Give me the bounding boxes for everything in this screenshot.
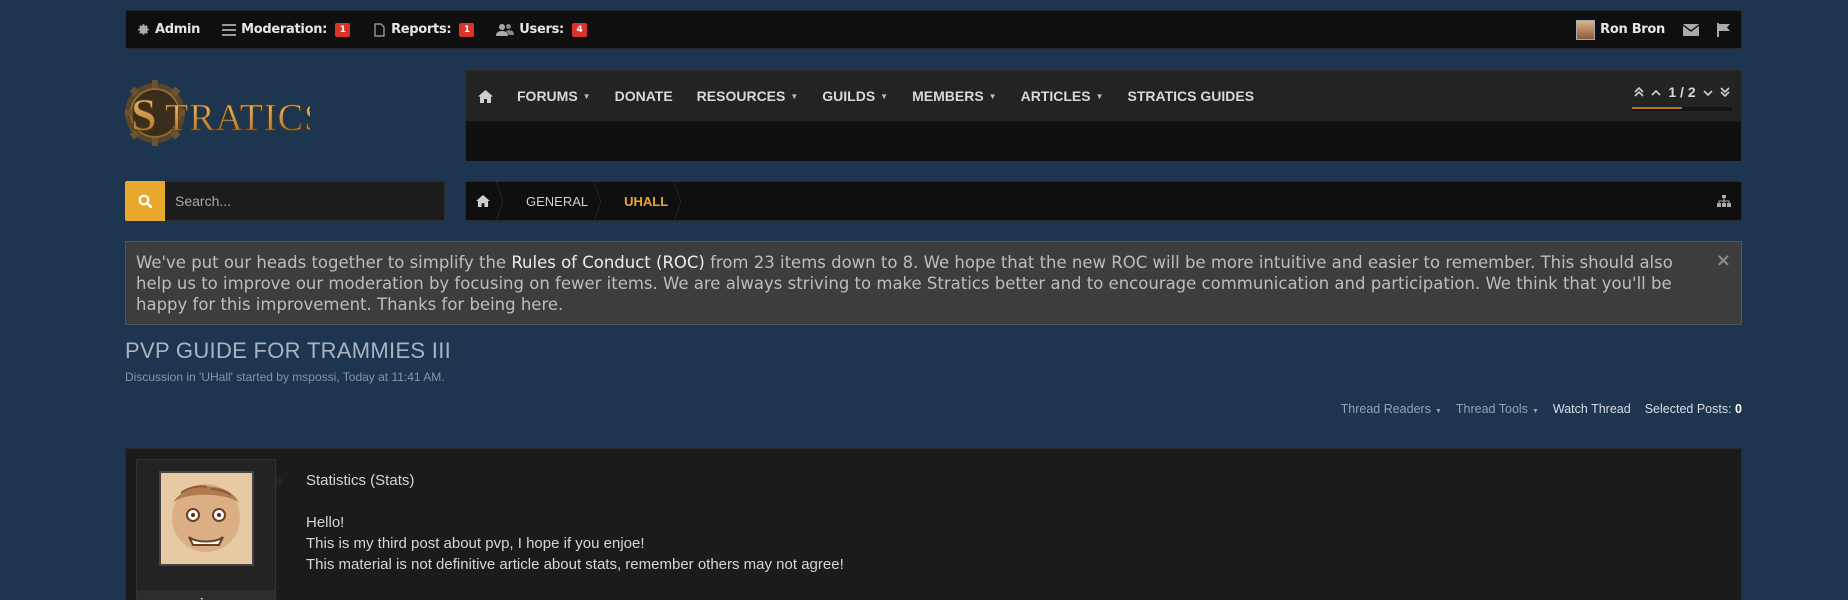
flag-icon[interactable] bbox=[1717, 22, 1731, 37]
nav-tab-label: STRATICS GUIDES bbox=[1127, 88, 1255, 104]
post-heading: Statistics (Stats) bbox=[306, 472, 415, 489]
account-area: Ron Bron bbox=[1576, 19, 1731, 40]
page-jumper: 1 / 2 bbox=[1632, 84, 1732, 111]
chevron-down-icon: ▼ bbox=[988, 91, 997, 101]
selected-posts[interactable]: Selected Posts: 0 bbox=[1645, 402, 1742, 416]
moderation-label: Moderation: bbox=[241, 22, 328, 37]
nav-tab-label: GUILDS bbox=[822, 88, 876, 104]
nav-tab-donate[interactable]: DONATE bbox=[615, 88, 673, 104]
post-line: This is my third post about pvp, I hope … bbox=[306, 535, 645, 552]
page-indicator: 1 / 2 bbox=[1668, 84, 1696, 100]
user-avatar[interactable] bbox=[1576, 19, 1596, 40]
admin-bar: Admin Moderation: 1 Reports: 1 Users: 4 … bbox=[125, 10, 1742, 49]
last-page-icon[interactable] bbox=[1720, 84, 1730, 100]
thread-title: PVP GUIDE FOR TRAMMIES III bbox=[125, 338, 452, 363]
sitemap-icon[interactable] bbox=[1717, 195, 1731, 207]
next-page-icon[interactable] bbox=[1703, 84, 1713, 100]
site-logo[interactable]: S TRATICS bbox=[125, 80, 326, 150]
admin-link[interactable]: Admin bbox=[136, 22, 200, 37]
search-button[interactable] bbox=[125, 181, 165, 221]
selected-posts-label: Selected Posts: bbox=[1644, 402, 1732, 416]
home-icon bbox=[476, 195, 490, 207]
users-label: Users: bbox=[519, 22, 564, 37]
post-content: Statistics (Stats) Hello! This is my thi… bbox=[306, 470, 844, 575]
notice-banner: We've put our heads together to simplify… bbox=[125, 241, 1742, 325]
thread-readers-label: Thread Readers bbox=[1340, 402, 1431, 416]
chevron-down-icon: ▼ bbox=[880, 91, 889, 101]
previous-page-icon[interactable] bbox=[1651, 84, 1661, 100]
moderation-link[interactable]: Moderation: 1 bbox=[222, 22, 351, 37]
post: mspossi Statistics (Stats) Hello! This i… bbox=[125, 448, 1742, 600]
nav-tab-label: ARTICLES bbox=[1020, 88, 1091, 104]
envelope-icon[interactable] bbox=[1683, 23, 1699, 36]
breadcrumb-home[interactable] bbox=[466, 182, 506, 220]
breadcrumb-current[interactable]: UHALL bbox=[604, 182, 684, 220]
selected-posts-count: 0 bbox=[1735, 402, 1742, 416]
gear-icon bbox=[136, 23, 150, 37]
breadcrumb-current-label: UHALL bbox=[624, 193, 669, 209]
chevron-down-icon: ▼ bbox=[1095, 91, 1104, 101]
nav-tab-guilds[interactable]: GUILDS ▼ bbox=[822, 88, 888, 104]
page-progress-fill bbox=[1632, 107, 1682, 109]
post-line: This material is not definitive article … bbox=[306, 556, 844, 573]
nav-subbar bbox=[466, 122, 1741, 161]
thread-tools-label: Thread Tools bbox=[1455, 402, 1528, 416]
thread-readers-menu[interactable]: Thread Readers ▼ bbox=[1341, 402, 1442, 416]
first-page-icon[interactable] bbox=[1634, 84, 1644, 100]
username-link[interactable]: Ron Bron bbox=[1600, 22, 1665, 37]
nav-tab-members[interactable]: MEMBERS ▼ bbox=[912, 88, 996, 104]
chevron-down-icon: ▼ bbox=[1434, 408, 1442, 415]
users-link[interactable]: Users: 4 bbox=[496, 22, 587, 37]
admin-label: Admin bbox=[155, 22, 201, 37]
reports-label: Reports: bbox=[391, 22, 452, 37]
search-input[interactable] bbox=[165, 181, 445, 221]
notice-text-start: We've put our heads together to simplify… bbox=[136, 253, 512, 272]
document-icon bbox=[372, 22, 386, 37]
thread-meta: Discussion in 'UHall' started by mspossi… bbox=[125, 370, 445, 384]
poster-username[interactable]: mspossi bbox=[147, 595, 204, 600]
poster-avatar[interactable] bbox=[159, 471, 254, 566]
watch-thread-link[interactable]: Watch Thread bbox=[1553, 402, 1631, 416]
chevron-down-icon: ▼ bbox=[582, 91, 591, 101]
svg-text:S: S bbox=[131, 89, 157, 140]
home-icon[interactable] bbox=[478, 89, 493, 103]
reports-count-badge: 1 bbox=[459, 22, 475, 37]
post-arrow bbox=[276, 473, 284, 489]
nav-tab-stratics-guides[interactable]: STRATICS GUIDES bbox=[1128, 88, 1255, 104]
page-progress-bar bbox=[1632, 107, 1732, 111]
chevron-down-icon: ▼ bbox=[1531, 408, 1539, 415]
nav-tab-forums[interactable]: FORUMS ▼ bbox=[517, 88, 591, 104]
breadcrumb-parent-label: GENERAL bbox=[526, 193, 589, 209]
reports-link[interactable]: Reports: 1 bbox=[372, 22, 475, 37]
users-icon bbox=[496, 23, 515, 37]
roc-link[interactable]: Rules of Conduct (ROC) bbox=[511, 253, 705, 272]
users-count-badge: 4 bbox=[571, 22, 587, 37]
nav-tab-label: FORUMS bbox=[517, 88, 578, 104]
logo-text: TRATICS bbox=[165, 97, 310, 139]
close-icon[interactable]: × bbox=[1716, 250, 1731, 271]
thread-tools-menu[interactable]: Thread Tools ▼ bbox=[1456, 402, 1539, 416]
nav-tab-label: DONATE bbox=[614, 88, 673, 104]
nav-tab-articles[interactable]: ARTICLES ▼ bbox=[1021, 88, 1104, 104]
main-navigation: FORUMS ▼ DONATE RESOURCES ▼ GUILDS ▼ MEMBERS ▼ AR… bbox=[465, 70, 1742, 161]
post-user-block: mspossi bbox=[136, 459, 276, 600]
search-icon bbox=[138, 194, 152, 208]
nav-tab-resources[interactable]: RESOURCES ▼ bbox=[697, 88, 799, 104]
nav-tabs: FORUMS ▼ DONATE RESOURCES ▼ GUILDS ▼ MEMBERS ▼ AR… bbox=[466, 71, 1741, 122]
thread-tools-bar: Thread Readers ▼ Thread Tools ▼ Watch Thre… bbox=[1327, 402, 1742, 416]
breadcrumb-general[interactable]: GENERAL bbox=[506, 182, 604, 220]
moderation-count-badge: 1 bbox=[335, 22, 351, 37]
post-line: Hello! bbox=[306, 514, 345, 531]
search-box bbox=[125, 181, 445, 221]
nav-tab-label: MEMBERS bbox=[912, 88, 984, 104]
chevron-down-icon: ▼ bbox=[790, 91, 799, 101]
nav-tab-label: RESOURCES bbox=[696, 88, 786, 104]
breadcrumb: GENERAL UHALL bbox=[465, 181, 1742, 221]
list-icon bbox=[222, 23, 237, 37]
